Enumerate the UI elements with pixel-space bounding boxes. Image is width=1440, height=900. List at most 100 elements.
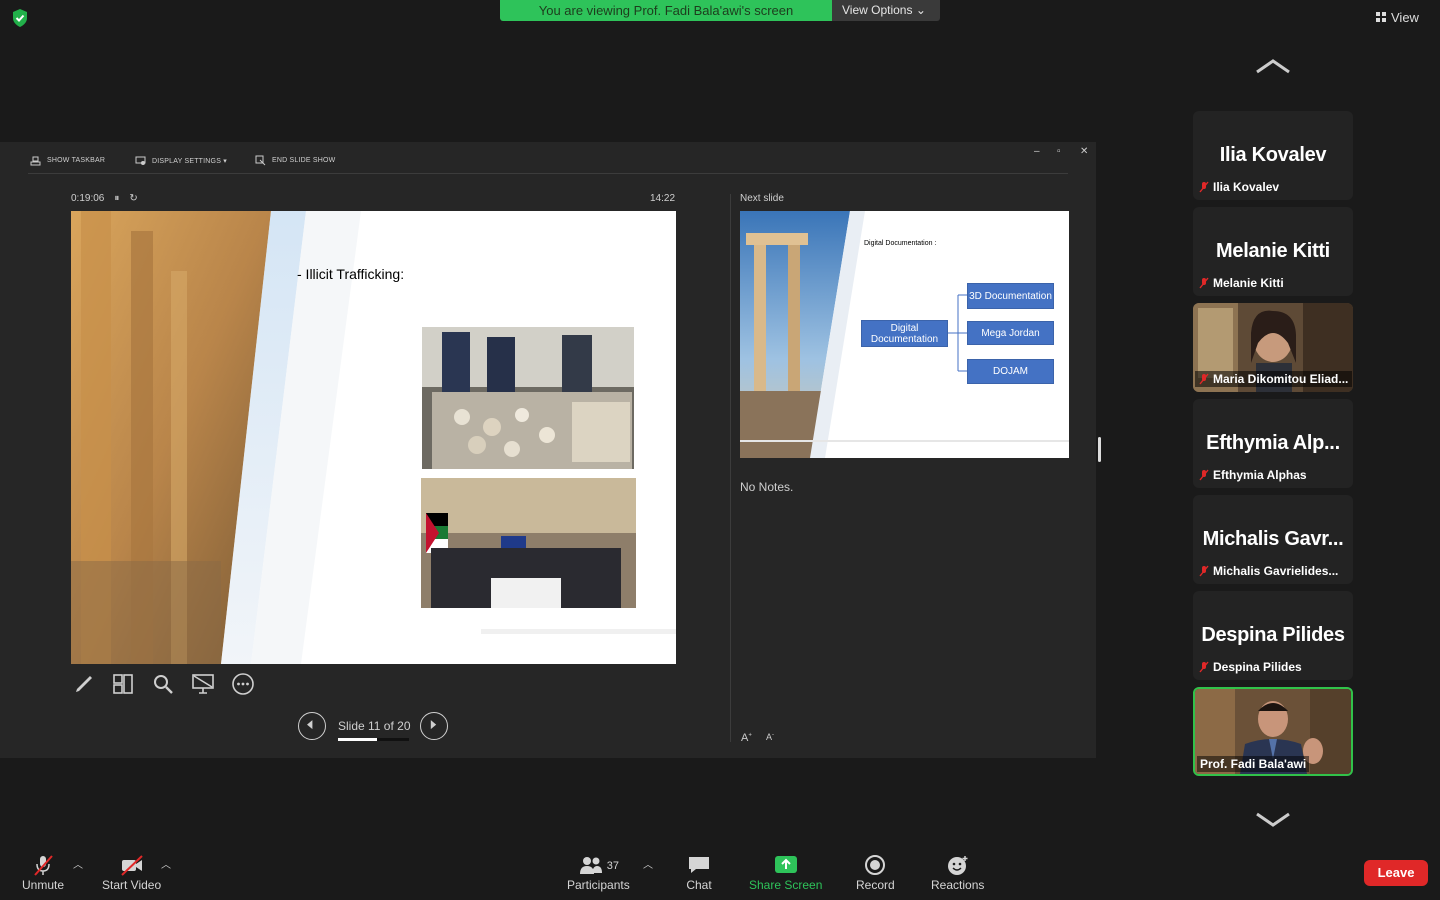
- decrease-font-button[interactable]: A-: [766, 732, 774, 742]
- end-slide-show-button[interactable]: END SLIDE SHOW: [255, 155, 335, 166]
- share-screen-button[interactable]: Share Screen: [749, 854, 822, 894]
- record-label: Record: [856, 878, 895, 892]
- restore-icon[interactable]: ▫: [1057, 146, 1061, 157]
- current-slide[interactable]: - Illicit Trafficking:: [71, 211, 676, 664]
- participant-name-label: Despina Pilides: [1199, 659, 1302, 675]
- dojam-box: DOJAM: [967, 359, 1054, 384]
- participant-tile[interactable]: Ilia Kovalev Ilia Kovalev: [1193, 111, 1353, 200]
- participant-display-name: Ilia Kovalev: [1219, 144, 1327, 166]
- see-all-slides-icon[interactable]: [111, 672, 135, 696]
- slide-counter: Slide 11 of 20: [338, 719, 411, 733]
- smiley-icon: [947, 856, 968, 875]
- muted-mic-icon: [1199, 661, 1209, 673]
- participant-name-label: Ilia Kovalev: [1199, 179, 1279, 195]
- scroll-handle[interactable]: [1098, 437, 1101, 462]
- view-options-label: View Options: [842, 3, 913, 17]
- chat-button[interactable]: Chat: [686, 854, 712, 894]
- mega-jordan-box: Mega Jordan: [967, 321, 1054, 345]
- video-off-icon: [120, 855, 143, 876]
- previous-slide-button[interactable]: [298, 712, 326, 740]
- share-screen-label: Share Screen: [749, 878, 823, 892]
- zoom-icon[interactable]: [151, 672, 175, 696]
- video-options-caret-icon[interactable]: ︿: [161, 856, 171, 871]
- participant-video-tile[interactable]: Maria Dikomitou Eliad...: [1193, 303, 1353, 392]
- black-screen-icon[interactable]: [191, 672, 215, 696]
- next-slide-label: Next slide: [740, 193, 784, 204]
- participant-tile[interactable]: Despina Pilides Despina Pilides: [1193, 591, 1353, 680]
- show-taskbar-label: SHOW TASKBAR: [47, 157, 106, 164]
- pause-icon[interactable]: ⏸: [114, 193, 119, 204]
- participant-display-name: Melanie Kitti: [1216, 240, 1330, 262]
- participants-icon: [579, 857, 602, 874]
- view-label: View: [1391, 9, 1419, 25]
- participant-name: Maria Dikomitou Eliad...: [1213, 372, 1349, 386]
- participant-name-label: Maria Dikomitou Eliad...: [1195, 371, 1353, 387]
- reactions-button[interactable]: Reactions: [931, 854, 984, 894]
- participant-display-name: Despina Pilides: [1201, 624, 1345, 646]
- next-slide-button[interactable]: [420, 712, 448, 740]
- participant-display-name: Michalis Gavr...: [1202, 528, 1344, 550]
- participant-name-label: Prof. Fadi Bala'awi: [1197, 756, 1310, 772]
- close-icon[interactable]: ✕: [1080, 146, 1088, 157]
- panel-divider[interactable]: [730, 194, 731, 742]
- participant-name: Efthymia Alphas: [1213, 468, 1307, 482]
- ceremony-photo: [421, 478, 636, 608]
- muted-mic-icon: [1199, 469, 1209, 481]
- start-video-label: Start Video: [102, 878, 162, 892]
- participant-name-label: Efthymia Alphas: [1199, 467, 1307, 483]
- participants-icon-group: 37: [578, 854, 619, 878]
- start-video-button[interactable]: Start Video: [102, 854, 161, 894]
- view-options-button[interactable]: View Options ⌄: [832, 0, 940, 21]
- arrow-right-icon: [430, 720, 437, 730]
- shared-screen: SHOW TASKBAR DISPLAY SETTINGS ▾ END SLID…: [0, 142, 1096, 758]
- end-show-icon: [255, 155, 266, 166]
- view-button[interactable]: View: [1376, 6, 1436, 28]
- slide-progress-bar: [338, 738, 409, 741]
- meeting-controls-bar: Unmute ︿ Start Video ︿ 37 Participants ︿…: [0, 846, 1440, 900]
- display-settings-icon: [135, 156, 146, 165]
- participant-name-label: Melanie Kitti: [1199, 275, 1284, 291]
- slide-navigation: Slide 11 of 20: [298, 712, 450, 742]
- slide-timer: 0:19:06 ⏸ ↻: [71, 193, 138, 204]
- minimize-icon[interactable]: –: [1034, 146, 1040, 157]
- participant-tile[interactable]: Efthymia Alp... Efthymia Alphas: [1193, 399, 1353, 488]
- slide-title: - Illicit Trafficking:: [297, 266, 405, 282]
- show-taskbar-button[interactable]: SHOW TASKBAR: [30, 155, 105, 166]
- security-shield-icon[interactable]: [10, 8, 30, 28]
- display-settings-button[interactable]: DISPLAY SETTINGS ▾: [135, 155, 227, 166]
- participant-name: Prof. Fadi Bala'awi: [1200, 757, 1307, 771]
- pen-icon[interactable]: [72, 672, 96, 696]
- unmute-button[interactable]: Unmute: [22, 854, 64, 894]
- taskbar-icon: [30, 156, 41, 166]
- participants-button[interactable]: 37 Participants: [567, 854, 630, 894]
- active-speaker-tile[interactable]: Prof. Fadi Bala'awi: [1193, 687, 1353, 776]
- unmute-label: Unmute: [22, 878, 65, 892]
- participant-display-name: Efthymia Alp...: [1206, 432, 1340, 454]
- scroll-down-arrow-icon[interactable]: [1253, 810, 1293, 830]
- end-slide-show-label: END SLIDE SHOW: [272, 157, 336, 164]
- more-options-icon[interactable]: [231, 672, 255, 696]
- participant-name: Michalis Gavrielides...: [1213, 564, 1339, 578]
- record-button[interactable]: Record: [856, 854, 895, 894]
- muted-mic-icon: [1199, 181, 1209, 193]
- restart-icon[interactable]: ↻: [129, 193, 137, 204]
- slide-decor-bar: [481, 629, 676, 634]
- audio-options-caret-icon[interactable]: ︿: [73, 856, 83, 871]
- toolbar-divider: [28, 173, 1068, 174]
- participant-name: Despina Pilides: [1213, 660, 1302, 674]
- screen-share-banner: You are viewing Prof. Fadi Bala'awi's sc…: [500, 0, 832, 21]
- share-screen-icon: [774, 856, 797, 873]
- muted-mic-icon: [1199, 373, 1209, 385]
- muted-mic-icon: [1199, 277, 1209, 289]
- participant-name: Melanie Kitti: [1213, 276, 1284, 290]
- leave-button[interactable]: Leave: [1364, 860, 1428, 886]
- next-slide-preview[interactable]: Digital Documentation : Digital Document…: [740, 211, 1069, 458]
- muted-mic-icon: [1199, 565, 1209, 577]
- participants-options-caret-icon[interactable]: ︿: [643, 856, 653, 871]
- chat-icon: [689, 857, 709, 873]
- increase-font-button[interactable]: A+: [741, 732, 752, 744]
- scroll-up-arrow-icon[interactable]: [1253, 56, 1293, 76]
- record-icon: [865, 855, 886, 875]
- participant-tile[interactable]: Michalis Gavr... Michalis Gavrielides...: [1193, 495, 1353, 584]
- participant-tile[interactable]: Melanie Kitti Melanie Kitti: [1193, 207, 1353, 296]
